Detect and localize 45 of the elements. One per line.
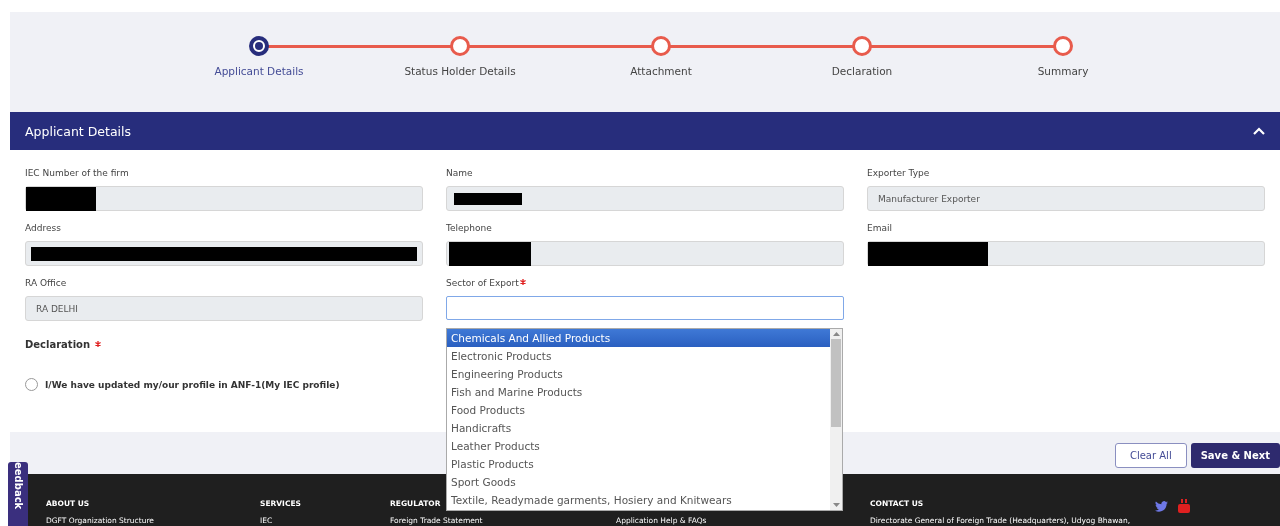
- step-label[interactable]: Applicant Details: [214, 65, 304, 77]
- step-label[interactable]: Attachment: [630, 65, 692, 77]
- field-label: Exporter Type: [867, 168, 931, 178]
- input-field[interactable]: Manufacturer Exporter: [867, 186, 1265, 211]
- scroll-down-icon[interactable]: [832, 503, 840, 507]
- redaction-block: [26, 186, 96, 211]
- bird-icon[interactable]: [1155, 500, 1168, 512]
- input-field[interactable]: [446, 241, 844, 266]
- scroll-up-icon[interactable]: [832, 332, 840, 336]
- redaction-block: [454, 192, 522, 205]
- input-field[interactable]: [25, 241, 423, 266]
- dropdown-option[interactable]: Food Products: [447, 401, 830, 419]
- scrollbar[interactable]: [830, 329, 842, 510]
- field-label: Name: [446, 168, 474, 178]
- input-field[interactable]: [867, 241, 1265, 266]
- input-field[interactable]: [25, 186, 423, 211]
- dropdown-option[interactable]: Leather Products: [447, 437, 830, 455]
- field-label: Address: [25, 223, 62, 233]
- dropdown-option[interactable]: Textile, Readymade garments, Hosiery and Knitwears: [447, 491, 830, 509]
- section-title: Applicant Details: [25, 123, 132, 139]
- clear-button[interactable]: Clear All: [1114, 443, 1187, 468]
- dropdown-option[interactable]: Plastic Products: [447, 455, 830, 473]
- step-label[interactable]: Status Holder Details: [404, 65, 516, 77]
- step-label[interactable]: Declaration: [831, 65, 893, 77]
- field-label: IEC Number of the firm: [25, 168, 130, 178]
- save-next-button[interactable]: Save & Next: [1190, 443, 1280, 468]
- declaration-label: Declaration: [25, 339, 91, 350]
- field-label: Telephone: [446, 223, 493, 233]
- chevron-up-icon[interactable]: [1253, 127, 1265, 135]
- feedback-tab[interactable]: eedback: [8, 462, 28, 526]
- field-label: Sector of Export: [446, 278, 519, 288]
- field-label: Email: [867, 223, 893, 233]
- dropdown-option[interactable]: Chemicals And Allied Products: [447, 329, 830, 347]
- step-label[interactable]: Summary: [1037, 65, 1089, 77]
- sector-select-field[interactable]: [446, 296, 844, 320]
- input-field[interactable]: RA DELHI: [25, 296, 423, 321]
- radio-label: I/We have updated my/our profile in ANF-1(My IEC profile): [45, 379, 340, 390]
- dropdown-option[interactable]: Sport Goods: [447, 473, 830, 491]
- radio-button[interactable]: [25, 378, 38, 391]
- dropdown-option[interactable]: Engineering Products: [447, 365, 830, 383]
- dropdown-option[interactable]: Fish and Marine Products: [447, 383, 830, 401]
- field-label: RA Office: [25, 278, 68, 288]
- input-field[interactable]: [446, 186, 844, 211]
- dropdown-option[interactable]: Electronic Products: [447, 347, 830, 365]
- dropdown-option[interactable]: Handicrafts: [447, 419, 830, 437]
